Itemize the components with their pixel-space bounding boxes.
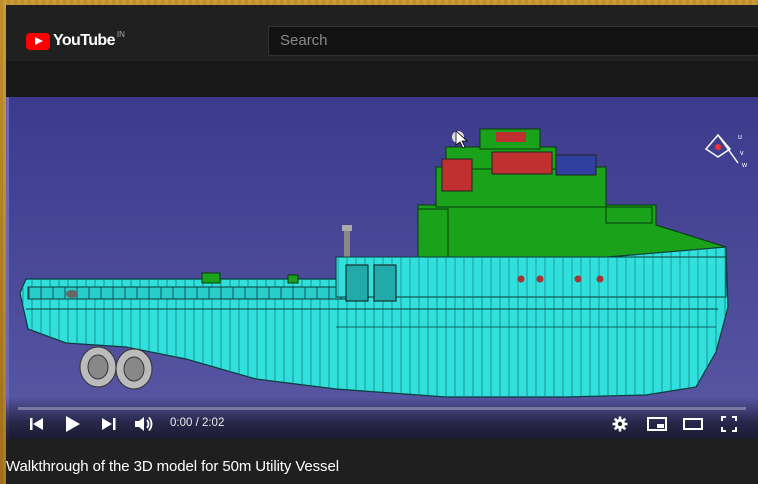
- skip-previous-icon: [30, 418, 43, 430]
- country-code: IN: [116, 29, 125, 39]
- theater-mode-icon: [683, 418, 703, 430]
- video-frame: u v w: [6, 97, 758, 439]
- youtube-page: YouTube IN Search u v w 0:00 / 2:02 Walk…: [6, 5, 758, 484]
- youtube-logo[interactable]: YouTube IN: [26, 29, 125, 51]
- play-button[interactable]: [64, 414, 82, 434]
- gear-icon: [612, 416, 628, 432]
- time-display: 0:00 / 2:02: [170, 417, 225, 429]
- svg-text:v: v: [740, 150, 744, 157]
- svg-text:u: u: [738, 134, 742, 141]
- previous-button[interactable]: [28, 414, 46, 434]
- player-controls: 0:00 / 2:02: [6, 397, 758, 439]
- svg-text:w: w: [741, 162, 748, 169]
- skip-next-icon: [102, 418, 116, 430]
- progress-bar[interactable]: [18, 407, 746, 410]
- volume-button[interactable]: [134, 414, 156, 434]
- play-icon: [66, 416, 80, 432]
- search-input[interactable]: Search: [268, 26, 758, 56]
- fullscreen-button[interactable]: [718, 414, 740, 434]
- settings-button[interactable]: [610, 414, 630, 434]
- miniplayer-icon: [647, 417, 667, 431]
- masthead: YouTube IN Search: [6, 5, 758, 61]
- fullscreen-icon: [721, 416, 737, 432]
- next-button[interactable]: [100, 414, 118, 434]
- volume-icon: [135, 416, 153, 432]
- youtube-play-icon: [26, 32, 50, 50]
- masthead-spacer: [6, 61, 758, 97]
- logo-text: YouTube: [53, 32, 115, 49]
- miniplayer-button[interactable]: [646, 414, 668, 434]
- video-title[interactable]: Walkthrough of the 3D model for 50m Util…: [6, 458, 339, 475]
- theater-mode-button[interactable]: [682, 414, 704, 434]
- video-player[interactable]: u v w 0:00 / 2:02: [6, 97, 758, 439]
